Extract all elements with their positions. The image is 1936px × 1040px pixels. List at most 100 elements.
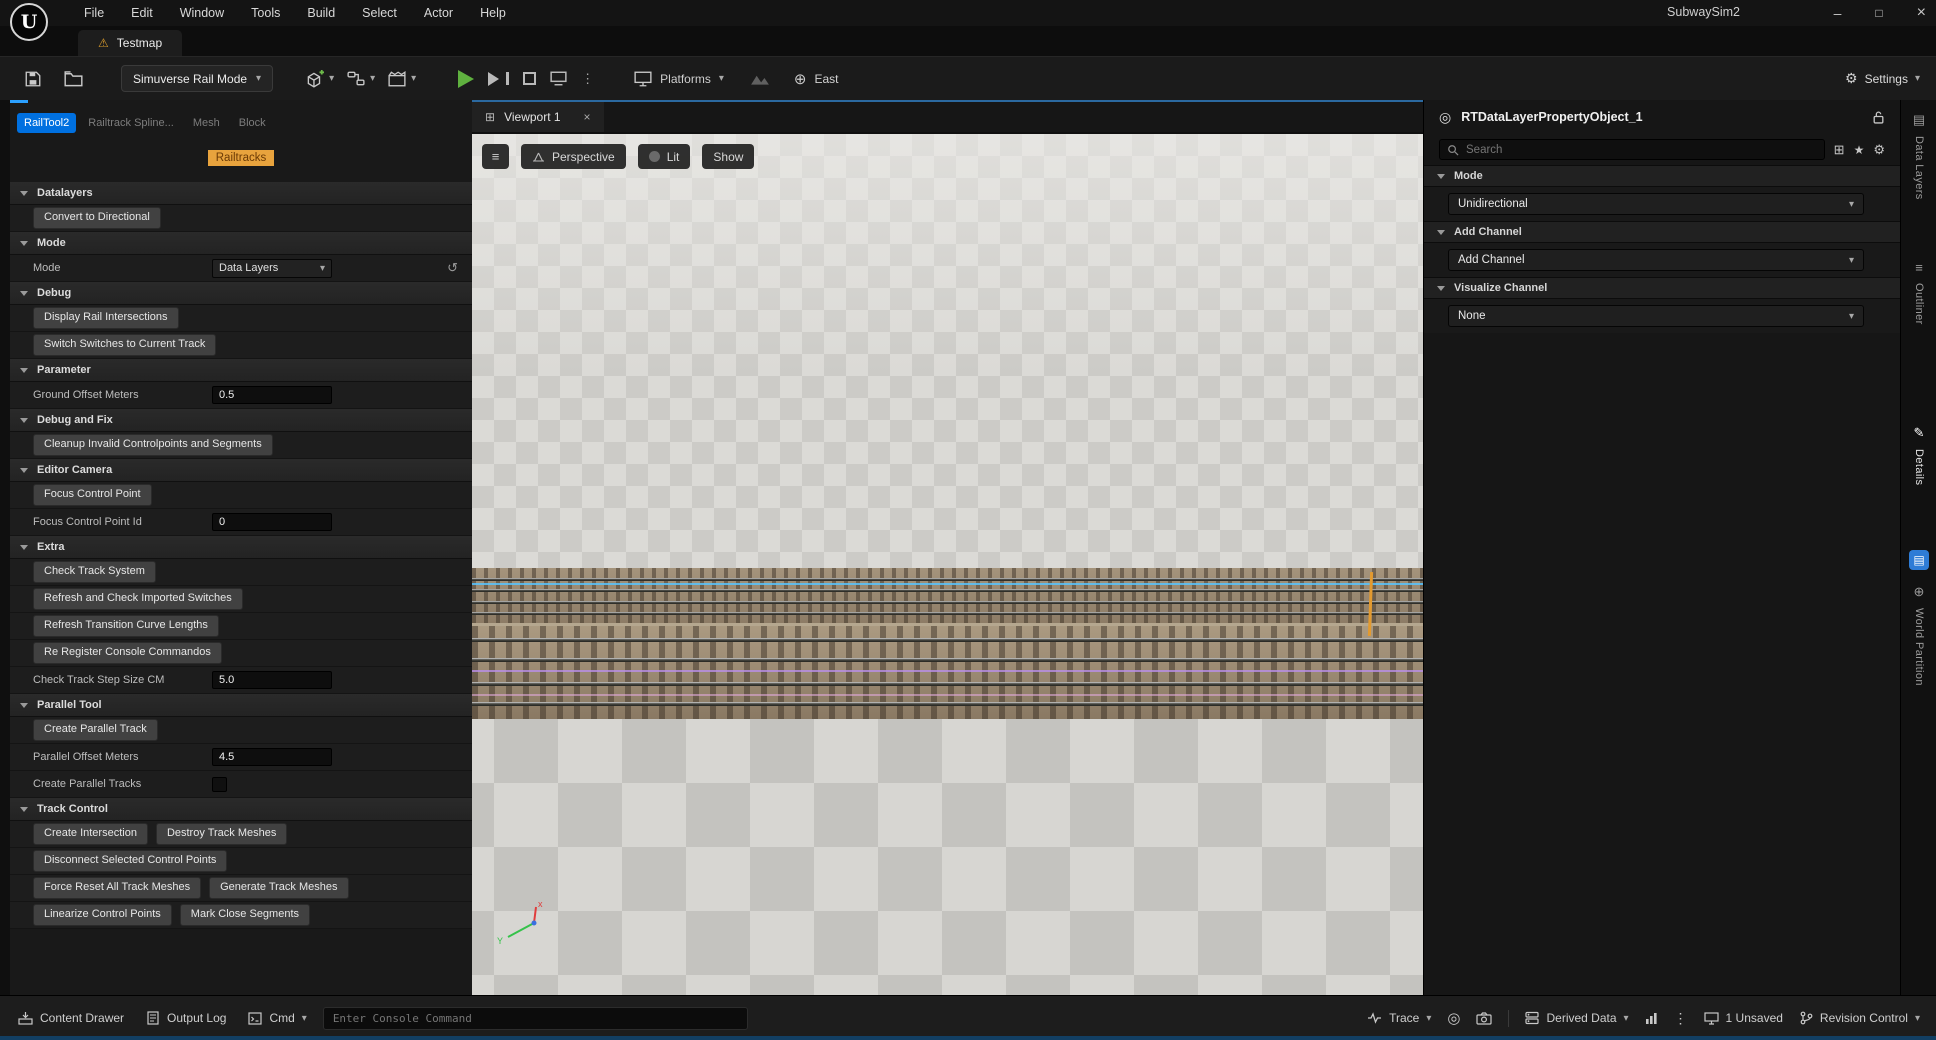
- blueprints-button[interactable]: ▾: [347, 70, 375, 87]
- sidebar-tab-outliner[interactable]: ≡ Outliner: [1901, 260, 1936, 325]
- section-detail-mode[interactable]: Mode: [1424, 165, 1900, 187]
- viewport-options-icon[interactable]: ≡: [482, 144, 509, 169]
- output-log-button[interactable]: Output Log: [146, 1011, 226, 1025]
- content-drawer-button[interactable]: Content Drawer: [18, 1011, 124, 1025]
- reset-to-default-icon[interactable]: ↺: [447, 260, 458, 276]
- lock-icon[interactable]: [1872, 110, 1885, 124]
- menu-file[interactable]: File: [84, 6, 104, 20]
- details-settings-gear-icon[interactable]: ⚙: [1873, 142, 1885, 158]
- linearize-control-points-button[interactable]: Linearize Control Points: [33, 904, 172, 925]
- derived-data-dropdown[interactable]: Derived Data ▾: [1525, 1011, 1628, 1025]
- sidebar-tab-world-partition[interactable]: ⊕ World Partition: [1901, 584, 1936, 686]
- disconnect-selected-button[interactable]: Disconnect Selected Control Points: [33, 850, 227, 871]
- perspective-dropdown[interactable]: Perspective: [521, 144, 626, 169]
- display-rail-intersections-button[interactable]: Display Rail Intersections: [33, 307, 179, 328]
- force-reset-meshes-button[interactable]: Force Reset All Track Meshes: [33, 877, 201, 898]
- launch-button[interactable]: [550, 71, 567, 86]
- content-browser-icon[interactable]: [64, 70, 83, 87]
- parallel-offset-input[interactable]: [212, 748, 332, 766]
- mark-close-segments-button[interactable]: Mark Close Segments: [180, 904, 310, 925]
- switch-switches-button[interactable]: Switch Switches to Current Track: [33, 334, 216, 355]
- more-options-kebab-icon[interactable]: ⋮: [1674, 1010, 1688, 1027]
- menu-select[interactable]: Select: [362, 6, 397, 20]
- search-input[interactable]: [1466, 144, 1817, 156]
- maximize-button[interactable]: □: [1875, 6, 1882, 20]
- stats-chart-icon[interactable]: [1645, 1012, 1658, 1025]
- section-datalayers[interactable]: Datalayers: [10, 182, 472, 205]
- check-track-system-button[interactable]: Check Track System: [33, 561, 156, 582]
- show-dropdown[interactable]: Show: [702, 144, 754, 169]
- mode-value-dropdown[interactable]: Unidirectional ▾: [1448, 193, 1864, 215]
- lit-dropdown[interactable]: Lit: [638, 144, 691, 169]
- unreal-logo-icon[interactable]: U: [10, 3, 48, 41]
- focus-control-point-id-input[interactable]: [212, 513, 332, 531]
- generate-track-meshes-button[interactable]: Generate Track Meshes: [209, 877, 348, 898]
- section-editor-camera[interactable]: Editor Camera: [10, 459, 472, 482]
- menu-tools[interactable]: Tools: [251, 6, 280, 20]
- menu-window[interactable]: Window: [180, 6, 224, 20]
- ground-offset-input[interactable]: [212, 386, 332, 404]
- create-intersection-button[interactable]: Create Intersection: [33, 823, 148, 844]
- revision-control-dropdown[interactable]: Revision Control ▾: [1799, 1011, 1920, 1025]
- check-track-step-size-input[interactable]: [212, 671, 332, 689]
- destroy-track-meshes-button[interactable]: Destroy Track Meshes: [156, 823, 287, 844]
- section-parameter[interactable]: Parameter: [10, 359, 472, 382]
- screenshot-icon[interactable]: [1476, 1012, 1492, 1025]
- tab-block[interactable]: Block: [232, 113, 273, 133]
- add-actor-button[interactable]: ▾: [305, 70, 334, 88]
- add-channel-dropdown[interactable]: Add Channel ▾: [1448, 249, 1864, 271]
- menu-build[interactable]: Build: [307, 6, 335, 20]
- cinematics-button[interactable]: ▾: [388, 71, 416, 87]
- section-parallel-tool[interactable]: Parallel Tool: [10, 694, 472, 717]
- section-visualize-channel[interactable]: Visualize Channel: [1424, 277, 1900, 299]
- settings-dropdown[interactable]: ⚙ Settings ▾: [1845, 70, 1920, 87]
- focus-control-point-button[interactable]: Focus Control Point: [33, 484, 152, 505]
- section-track-control[interactable]: Track Control: [10, 798, 472, 821]
- create-parallel-track-button[interactable]: Create Parallel Track: [33, 719, 158, 740]
- viewport-canvas[interactable]: ≡ Perspective Lit Show x Y: [472, 134, 1423, 995]
- trace-dropdown[interactable]: Trace ▾: [1367, 1011, 1431, 1025]
- cleanup-invalid-button[interactable]: Cleanup Invalid Controlpoints and Segmen…: [33, 434, 273, 455]
- sidebar-tab-highlighted[interactable]: ▤: [1901, 550, 1936, 570]
- menu-actor[interactable]: Actor: [424, 6, 453, 20]
- menu-edit[interactable]: Edit: [131, 6, 153, 20]
- section-debug[interactable]: Debug: [10, 282, 472, 305]
- section-extra[interactable]: Extra: [10, 536, 472, 559]
- landscape-icon[interactable]: [750, 71, 770, 86]
- tab-railtrack-spline[interactable]: Railtrack Spline...: [81, 113, 181, 133]
- tab-testmap[interactable]: ⚠ Testmap: [78, 30, 182, 56]
- close-button[interactable]: ×: [1917, 4, 1926, 22]
- close-tab-icon[interactable]: ×: [584, 110, 591, 124]
- console-input-box[interactable]: [323, 1007, 748, 1030]
- console-input[interactable]: [333, 1012, 738, 1025]
- play-options-kebab-icon[interactable]: ⋮: [581, 71, 594, 87]
- minimize-button[interactable]: –: [1834, 5, 1842, 21]
- tab-mesh[interactable]: Mesh: [186, 113, 227, 133]
- section-add-channel[interactable]: Add Channel: [1424, 221, 1900, 243]
- visualize-channel-dropdown[interactable]: None ▾: [1448, 305, 1864, 327]
- refresh-imported-switches-button[interactable]: Refresh and Check Imported Switches: [33, 588, 243, 609]
- menu-help[interactable]: Help: [480, 6, 506, 20]
- sidebar-tab-details[interactable]: ✎ Details: [1901, 425, 1936, 485]
- cmd-dropdown[interactable]: Cmd ▾: [248, 1011, 306, 1025]
- mode-dropdown[interactable]: Data Layers▾: [212, 259, 332, 278]
- unsaved-indicator[interactable]: 1 Unsaved: [1704, 1011, 1783, 1025]
- reregister-console-commandos-button[interactable]: Re Register Console Commandos: [33, 642, 222, 663]
- play-button[interactable]: [458, 70, 474, 88]
- section-debug-and-fix[interactable]: Debug and Fix: [10, 409, 472, 432]
- sidebar-tab-data-layers[interactable]: ▤ Data Layers: [1901, 112, 1936, 200]
- record-icon[interactable]: ◎: [1447, 1009, 1460, 1027]
- section-mode[interactable]: Mode: [10, 232, 472, 255]
- search-box[interactable]: [1439, 139, 1825, 160]
- skip-button[interactable]: [488, 72, 509, 86]
- save-icon[interactable]: [24, 70, 42, 88]
- refresh-transition-curve-button[interactable]: Refresh Transition Curve Lengths: [33, 615, 219, 636]
- tab-railtool2[interactable]: RailTool2: [17, 113, 76, 133]
- display-filter-icon[interactable]: ⊞: [1834, 142, 1845, 158]
- tab-viewport-1[interactable]: ⊞ Viewport 1 ×: [472, 102, 604, 132]
- editor-mode-dropdown[interactable]: Simuverse Rail Mode ▾: [121, 65, 273, 92]
- stop-button[interactable]: [523, 72, 536, 85]
- convert-to-directional-button[interactable]: Convert to Directional: [33, 207, 161, 228]
- create-parallel-tracks-checkbox[interactable]: [212, 777, 227, 792]
- favorites-star-icon[interactable]: ★: [1854, 143, 1865, 157]
